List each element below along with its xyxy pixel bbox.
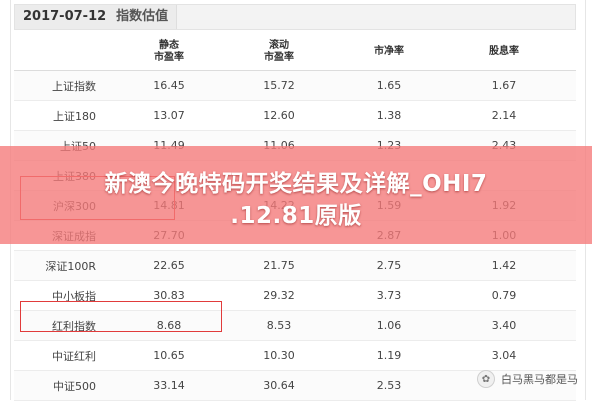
dividend-cell: 0.79 xyxy=(491,289,517,302)
col-pe-static-header: 静态 市盈率 xyxy=(114,34,224,70)
pe-static-cell: 16.45 xyxy=(153,79,185,92)
dividend-cell: 1.42 xyxy=(491,259,517,272)
index-name-cell: 上证指数 xyxy=(52,79,96,93)
index-name-cell: 中证500 xyxy=(53,379,96,393)
table-header-bar: 2017-07-12 指数估值 xyxy=(14,4,576,30)
pe-ttm-cell: 12.60 xyxy=(263,109,295,122)
table-head-row: 静态 市盈率 滚动 市盈率 市净率 股息率 xyxy=(14,34,576,71)
col-pb-line1: 市净率 xyxy=(374,46,404,57)
index-name-cell: 深证100R xyxy=(45,259,96,273)
banner-line1: 新澳今晚特码开奖结果及详解_OHI7 xyxy=(104,171,488,197)
paw-icon: ✿ xyxy=(477,370,495,388)
overlay-banner: 新澳今晚特码开奖结果及详解_OHI7 .12.81原版 xyxy=(0,146,592,244)
col-pe-static-line1: 静态 xyxy=(159,40,179,51)
pe-ttm-cell: 30.64 xyxy=(263,379,295,392)
col-pe-ttm-header: 滚动 市盈率 xyxy=(224,34,334,70)
table-row: 中证红利 10.65 10.30 1.19 3.04 xyxy=(14,341,576,371)
pe-static-cell: 13.07 xyxy=(153,109,185,122)
col-pb-header: 市净率 xyxy=(334,34,444,70)
pe-static-cell: 10.65 xyxy=(153,349,185,362)
dividend-cell: 3.40 xyxy=(491,319,517,332)
index-name-cell: 中证红利 xyxy=(52,349,96,363)
subtitle-label: 指数估值 xyxy=(116,9,169,24)
pb-cell: 2.75 xyxy=(376,259,402,272)
pb-cell: 2.53 xyxy=(376,379,402,392)
table-row: 上证180 13.07 12.60 1.38 2.14 xyxy=(14,101,576,131)
pb-cell: 1.38 xyxy=(376,109,402,122)
watermark: ✿ 白马黑马都是马 xyxy=(477,370,578,388)
col-pe-ttm-line1: 滚动 xyxy=(269,40,289,51)
date-tab[interactable]: 2017-07-12 指数估值 xyxy=(15,5,178,29)
pe-static-cell: 22.65 xyxy=(153,259,185,272)
pb-cell: 3.73 xyxy=(376,289,402,302)
col-name-header xyxy=(14,34,104,70)
dividend-cell: 2.14 xyxy=(491,109,517,122)
pe-ttm-cell: 29.32 xyxy=(263,289,295,302)
dividend-cell: 1.67 xyxy=(491,79,517,92)
banner-line2: .12.81原版 xyxy=(230,203,362,229)
watermark-text: 白马黑马都是马 xyxy=(501,373,578,386)
dividend-cell: 3.04 xyxy=(491,349,517,362)
table-row: 深证100R 22.65 21.75 2.75 1.42 xyxy=(14,251,576,281)
table-row: 上证指数 16.45 15.72 1.65 1.67 xyxy=(14,71,576,101)
pe-ttm-cell: 21.75 xyxy=(263,259,295,272)
banner-title: 新澳今晚特码开奖结果及详解_OHI7 .12.81原版 xyxy=(0,168,592,232)
pb-cell: 1.06 xyxy=(376,319,402,332)
pb-cell: 1.19 xyxy=(376,349,402,362)
pb-cell: 1.65 xyxy=(376,79,402,92)
pe-ttm-cell: 10.30 xyxy=(263,349,295,362)
col-pe-ttm-line2: 市盈率 xyxy=(264,52,294,63)
pe-ttm-cell: 8.53 xyxy=(266,319,292,332)
col-dividend-line1: 股息率 xyxy=(489,46,519,57)
pe-ttm-cell: 15.72 xyxy=(263,79,295,92)
col-pe-static-line2: 市盈率 xyxy=(154,52,184,63)
col-dividend-header: 股息率 xyxy=(444,34,564,70)
date-label: 2017-07-12 xyxy=(23,9,107,24)
highlight-box-hongli xyxy=(20,301,222,332)
pe-static-cell: 33.14 xyxy=(153,379,185,392)
index-name-cell: 上证180 xyxy=(53,109,96,123)
